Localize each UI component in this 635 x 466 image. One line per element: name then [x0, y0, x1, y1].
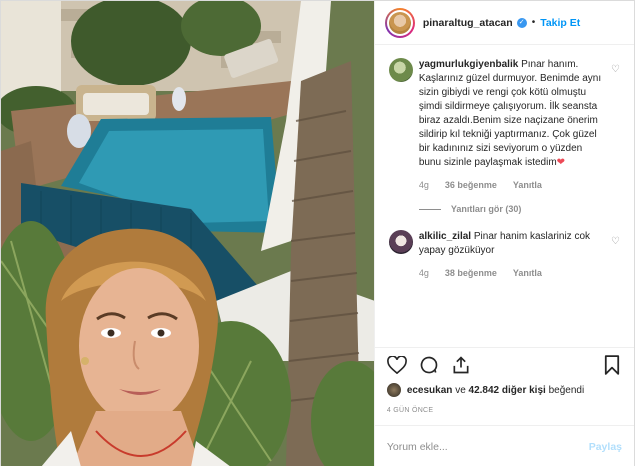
commenter-avatar[interactable]: [388, 230, 413, 254]
comment-input[interactable]: [386, 440, 589, 453]
comment-bubble-icon[interactable]: [417, 353, 441, 377]
likes-summary[interactable]: ecesukan ve 42.842 diğer kişi beğendi: [386, 383, 624, 397]
comment-item: alkilic_zilal Pinar hanim kaslariniz cok…: [375, 214, 634, 278]
comment-time: 4g: [418, 268, 429, 278]
reply-button[interactable]: Yanıtla: [513, 268, 542, 278]
save-bookmark-icon[interactable]: [600, 353, 624, 377]
author-username[interactable]: pinaraltug_atacan: [423, 17, 513, 29]
view-replies-label[interactable]: Yanıtları gör (30): [451, 204, 522, 214]
comment-time: 4g: [418, 180, 429, 190]
share-upload-icon[interactable]: [449, 353, 473, 377]
comment-likes[interactable]: 36 beğenme: [445, 180, 497, 190]
like-comment-heart-icon[interactable]: ♡: [611, 236, 620, 247]
post-timestamp: 4 GÜN ÖNCE: [386, 407, 434, 414]
verified-badge-icon: ✓: [516, 17, 527, 28]
likes-count[interactable]: 42.842 diğer kişi: [469, 385, 546, 396]
comment-meta: 4g 36 beğenme Yanıtla: [419, 180, 606, 190]
comment-username[interactable]: alkilic_zilal: [419, 231, 471, 242]
like-heart-icon[interactable]: [385, 353, 409, 377]
post-actions-bar: [374, 347, 634, 381]
post-comment-button[interactable]: Paylaş: [589, 441, 622, 453]
comment-username[interactable]: yagmurlukgiyenbalik: [419, 59, 518, 70]
post-side-panel: pinaraltug_atacan ✓ • Takip Et yagmurluk…: [373, 1, 634, 466]
like-comment-heart-icon[interactable]: ♡: [611, 64, 620, 75]
heart-emoji: ❤: [556, 157, 566, 168]
comment-meta: 4g 38 beğenme Yanıtla: [419, 268, 606, 278]
comments-list[interactable]: yagmurlukgiyenbalik Pınar hanım. Kaşları…: [375, 46, 634, 346]
likes-suffix: beğendi: [548, 384, 585, 396]
view-replies-button[interactable]: Yanıtları gör (30): [418, 204, 606, 214]
post-photo[interactable]: [1, 1, 374, 466]
commenter-avatar[interactable]: [388, 58, 413, 82]
comment-body: Pınar hanım. Kaşlarınız güzel durmuyor. …: [418, 59, 602, 168]
liker-avatar: [386, 383, 401, 397]
reply-button[interactable]: Yanıtla: [513, 180, 542, 190]
selfie-pool-image: [1, 1, 374, 466]
replies-divider: [418, 208, 441, 210]
comment-text: yagmurlukgiyenbalik Pınar hanım. Kaşları…: [419, 58, 606, 170]
add-comment-bar: Paylaş: [374, 425, 634, 466]
comment-item: yagmurlukgiyenbalik Pınar hanım. Kaşları…: [375, 46, 634, 214]
separator-dot: •: [531, 17, 536, 28]
comment-likes[interactable]: 38 beğenme: [445, 268, 497, 278]
follow-button[interactable]: Takip Et: [540, 17, 580, 29]
post-header: pinaraltug_atacan ✓ • Takip Et: [374, 1, 634, 45]
avatar[interactable]: [384, 7, 415, 38]
liker-username[interactable]: ecesukan: [407, 385, 453, 396]
comment-text: alkilic_zilal Pinar hanim kaslariniz cok…: [419, 230, 606, 258]
instagram-post: pinaraltug_atacan ✓ • Takip Et yagmurluk…: [0, 0, 635, 466]
likes-middle: ve: [455, 384, 466, 396]
